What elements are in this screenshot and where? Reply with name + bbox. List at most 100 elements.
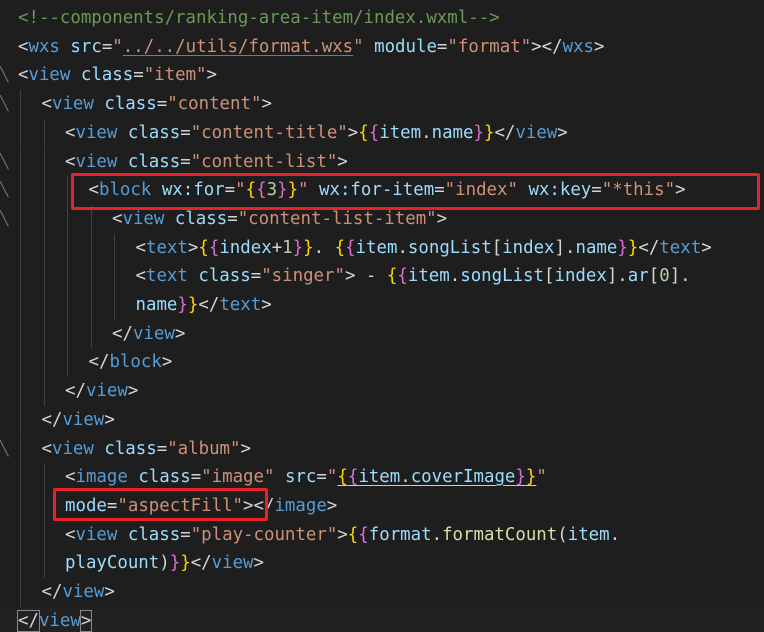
- code-token: ): [159, 553, 170, 574]
- code-token: >: [79, 609, 93, 632]
- code-token: index: [554, 266, 607, 287]
- fold-chevron-icon[interactable]: ╲: [0, 148, 8, 177]
- code-token: "album": [167, 438, 241, 459]
- code-line[interactable]: <view class="content-title">{{item.name}…: [0, 118, 764, 148]
- code-token: .: [397, 237, 408, 258]
- code-line[interactable]: </block>: [0, 348, 764, 378]
- code-token: item: [358, 467, 401, 488]
- code-text: <text>{{index+1}}. {{item.songList[index…: [136, 234, 712, 263]
- indent-guide: [20, 118, 21, 148]
- code-token: .: [313, 237, 335, 258]
- indent-guide: [114, 233, 115, 263]
- code-line[interactable]: playCount)}}</view>: [0, 549, 764, 578]
- code-token: ar: [627, 266, 649, 287]
- code-text: <wxs src="../../utils/format.wxs" module…: [18, 33, 605, 62]
- code-token: >: [261, 295, 272, 315]
- code-token: }: [187, 295, 199, 315]
- indent-guide: [20, 377, 21, 406]
- fold-chevron-icon[interactable]: ╲: [0, 205, 8, 234]
- fold-chevron-icon[interactable]: ╲: [0, 90, 8, 119]
- code-token: view: [122, 208, 165, 229]
- code-line[interactable]: </view>: [0, 606, 764, 632]
- indent-guide: [20, 204, 21, 234]
- code-token: >: [187, 237, 199, 258]
- code-line[interactable]: </view>: [0, 578, 764, 607]
- code-token: <: [65, 122, 76, 143]
- code-token: view: [85, 381, 128, 402]
- fold-chevron-icon[interactable]: ╲: [0, 176, 8, 205]
- code-token: {: [198, 237, 209, 258]
- indent-guide: [20, 176, 21, 205]
- code-token: songList: [460, 266, 544, 287]
- code-text: <text class="singer"> - {{item.songList[…: [136, 262, 691, 291]
- code-token: {: [368, 122, 380, 143]
- code-token: class: [104, 438, 157, 459]
- code-token: class: [127, 151, 181, 172]
- code-text: </view>: [112, 320, 185, 349]
- code-text: <view class="item">: [18, 61, 217, 90]
- indent-guide: [67, 176, 68, 205]
- code-token: >: [337, 524, 348, 545]
- indent-guide: [20, 291, 21, 320]
- indent-guide: [20, 549, 21, 578]
- code-token: .: [400, 467, 411, 488]
- indent-guide: [43, 176, 45, 205]
- code-token: =: [180, 151, 191, 172]
- indent-guide: [67, 204, 68, 234]
- code-token: class: [138, 467, 191, 488]
- code-line[interactable]: </view>: [0, 319, 764, 349]
- code-token: <: [41, 94, 52, 115]
- indent-guide: [43, 262, 45, 291]
- code-token: text: [659, 237, 702, 258]
- code-line[interactable]: ╲ <view class="album">: [0, 434, 764, 464]
- code-text: <view class="content-title">{{item.name}…: [65, 119, 568, 148]
- code-token: >: [240, 438, 251, 459]
- code-line[interactable]: name}}</text>: [0, 291, 764, 320]
- code-line[interactable]: <wxs src="../../utils/format.wxs" module…: [0, 33, 764, 62]
- code-token: format: [368, 524, 432, 545]
- code-token: name: [135, 295, 178, 315]
- code-text: <view class="content">: [42, 90, 272, 119]
- code-text: <!--components/ranking-area-item/index.w…: [18, 4, 500, 33]
- fold-chevron-icon[interactable]: ╲: [0, 435, 8, 464]
- code-line[interactable]: <view class="play-counter">{{format.form…: [0, 520, 764, 550]
- code-line[interactable]: <text class="singer"> - {{item.songList[…: [0, 262, 764, 291]
- code-line[interactable]: <text>{{index+1}}. {{item.songList[index…: [0, 233, 764, 263]
- indent-guide: [20, 463, 21, 492]
- code-token: {: [208, 237, 220, 258]
- indent-guide: [20, 520, 21, 550]
- code-text: </view>: [42, 406, 115, 435]
- code-token: view: [51, 94, 94, 115]
- code-token: "singer": [261, 266, 345, 287]
- code-line[interactable]: </view>: [0, 377, 764, 406]
- code-token: }: [627, 237, 639, 258]
- code-token: coverImage: [410, 467, 516, 488]
- fold-chevron-icon[interactable]: ╲: [0, 61, 8, 90]
- code-token: >: [337, 151, 348, 172]
- code-token: {: [386, 266, 398, 287]
- code-token: view: [28, 65, 71, 86]
- indent-guide: [90, 262, 92, 291]
- code-token: "format": [447, 36, 532, 57]
- code-line[interactable]: ╲ <view class="content-list">: [0, 147, 764, 177]
- code-token: <: [135, 237, 146, 258]
- code-line[interactable]: </view>: [0, 405, 764, 435]
- code-editor[interactable]: <!--components/ranking-area-item/index.w…: [0, 0, 764, 632]
- code-token: index: [502, 237, 555, 258]
- code-line[interactable]: ╲ <view class="content">: [0, 90, 764, 119]
- code-token: ].: [554, 237, 576, 258]
- code-line[interactable]: <!--components/ranking-area-item/index.w…: [0, 4, 764, 33]
- code-token: =: [180, 122, 191, 143]
- code-token: image: [75, 467, 128, 488]
- code-token: >: [253, 553, 265, 574]
- indent-guide: [43, 463, 45, 492]
- code-token: block: [109, 352, 162, 373]
- code-line[interactable]: ╲ <view class="item">: [0, 61, 764, 90]
- code-token: name: [431, 122, 474, 143]
